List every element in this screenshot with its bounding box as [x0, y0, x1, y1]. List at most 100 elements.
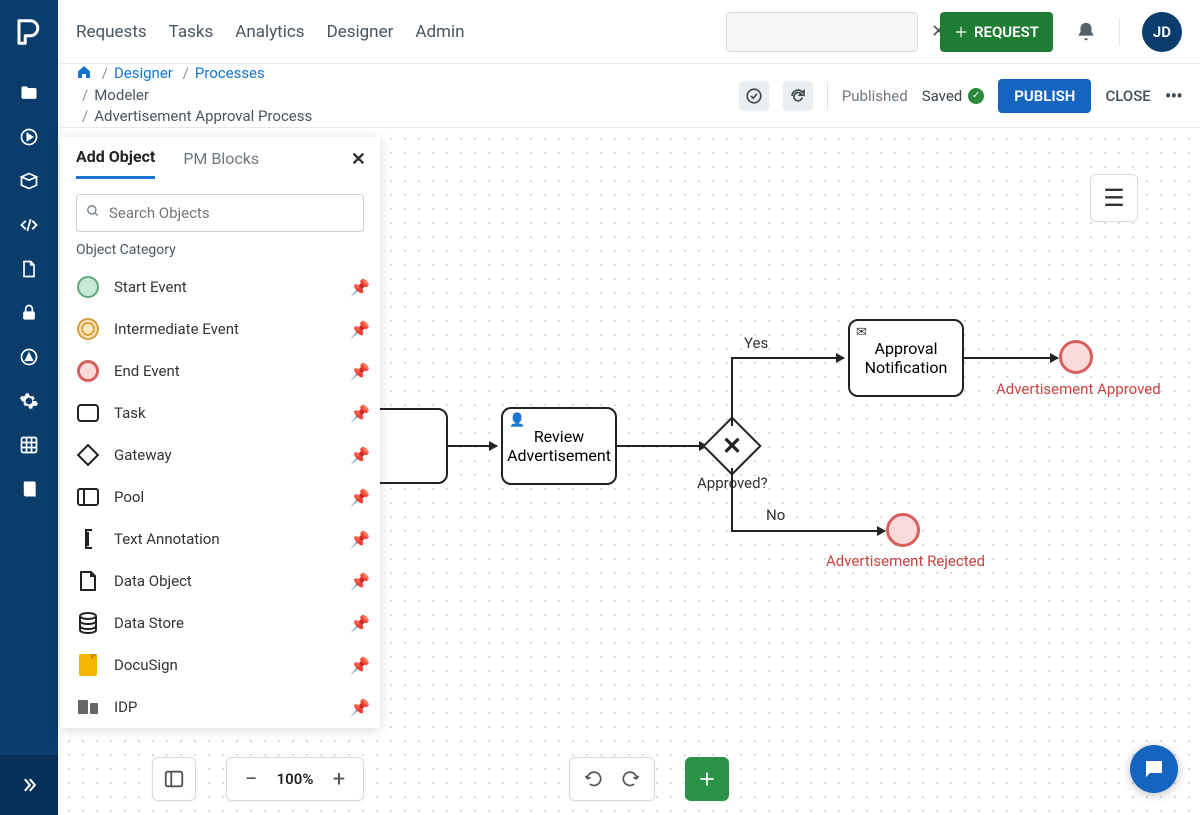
object-end-event[interactable]: End Event 📌 — [76, 350, 370, 392]
expand-rail-button[interactable] — [0, 755, 58, 815]
nav-designer[interactable]: Designer — [327, 22, 394, 42]
object-gateway[interactable]: Gateway 📌 — [76, 434, 370, 476]
breadcrumb: /Designer /Processes /Modeler /Advertise… — [76, 63, 312, 128]
object-text-annotation[interactable]: Text Annotation 📌 — [76, 518, 370, 560]
breadcrumb-processes[interactable]: Processes — [195, 64, 265, 82]
sub-actions: Published Saved ✓ PUBLISH CLOSE ••• — [739, 79, 1182, 113]
app-logo[interactable] — [0, 0, 58, 64]
task-review-advertisement[interactable]: 👤 Review Advertisement — [501, 407, 617, 485]
object-pool[interactable]: Pool 📌 — [76, 476, 370, 518]
object-intermediate-event[interactable]: Intermediate Event 📌 — [76, 308, 370, 350]
global-search[interactable]: ✕ — [726, 12, 918, 52]
flow-line[interactable] — [731, 468, 733, 530]
top-nav: Requests Tasks Analytics Designer Admin — [76, 22, 464, 42]
flow-line[interactable] — [731, 357, 844, 359]
tab-pm-blocks[interactable]: PM Blocks — [183, 139, 259, 178]
pin-icon[interactable]: 📌 — [350, 698, 370, 717]
box-icon[interactable] — [16, 168, 42, 194]
flow-line[interactable] — [964, 357, 1058, 359]
object-search-input[interactable] — [76, 194, 364, 232]
nav-tasks[interactable]: Tasks — [169, 22, 214, 42]
object-start-event[interactable]: Start Event 📌 — [76, 266, 370, 308]
user-avatar[interactable]: JD — [1142, 12, 1182, 52]
play-icon[interactable] — [16, 124, 42, 150]
top-header: Requests Tasks Analytics Designer Admin … — [58, 0, 1200, 64]
publish-button[interactable]: PUBLISH — [998, 79, 1091, 113]
breadcrumb-home-icon[interactable] — [76, 64, 96, 82]
check-icon: ✓ — [968, 88, 984, 104]
pin-icon[interactable]: 📌 — [350, 572, 370, 591]
pin-icon[interactable]: 📌 — [350, 320, 370, 339]
pin-icon[interactable]: 📌 — [350, 530, 370, 549]
end-event-rejected[interactable] — [886, 513, 920, 547]
task-review-label: Review Advertisement — [507, 427, 611, 465]
panel-close-icon[interactable]: ✕ — [351, 149, 366, 170]
plus-icon — [954, 25, 968, 39]
notifications-icon[interactable] — [1075, 21, 1097, 43]
task-approval-notification[interactable]: ✉ Approval Notification — [848, 319, 964, 397]
saved-status: Saved ✓ — [922, 87, 985, 105]
redo-button[interactable] — [618, 769, 642, 789]
object-data-store[interactable]: Data Store 📌 — [76, 602, 370, 644]
flow-line[interactable] — [447, 445, 497, 447]
minimap-button[interactable] — [152, 757, 196, 801]
nav-admin[interactable]: Admin — [415, 22, 464, 42]
undo-button[interactable] — [582, 769, 606, 789]
folder-icon[interactable] — [16, 80, 42, 106]
tab-add-object[interactable]: Add Object — [76, 137, 155, 179]
file-icon[interactable] — [16, 256, 42, 282]
global-search-input[interactable] — [745, 24, 923, 40]
left-rail — [0, 0, 58, 815]
code-icon[interactable] — [16, 212, 42, 238]
bottom-toolbar: − 100% + — [116, 743, 1200, 815]
lock-icon[interactable] — [16, 300, 42, 326]
end-event-icon — [76, 359, 100, 383]
breadcrumb-designer[interactable]: Designer — [114, 64, 173, 82]
add-element-button[interactable] — [685, 757, 729, 801]
gateway-icon — [76, 443, 100, 467]
end-event-approved[interactable] — [1059, 340, 1093, 374]
chat-fab[interactable] — [1130, 745, 1178, 793]
idp-icon — [76, 695, 100, 719]
target-icon[interactable] — [16, 344, 42, 370]
pin-icon[interactable]: 📌 — [350, 488, 370, 507]
nav-requests[interactable]: Requests — [76, 22, 147, 42]
breadcrumb-current: Advertisement Approval Process — [94, 107, 312, 125]
request-button[interactable]: REQUEST — [940, 12, 1053, 52]
object-task[interactable]: Task 📌 — [76, 392, 370, 434]
user-icon: 👤 — [509, 413, 525, 428]
text-annotation-icon — [76, 527, 100, 551]
grid-icon[interactable] — [16, 432, 42, 458]
pin-icon[interactable]: 📌 — [350, 278, 370, 297]
zoom-level: 100% — [275, 770, 315, 788]
zoom-out-button[interactable]: − — [239, 767, 263, 792]
refresh-button[interactable] — [783, 81, 813, 111]
canvas-menu-button[interactable]: ☰ — [1090, 174, 1138, 222]
gear-icon[interactable] — [16, 388, 42, 414]
flow-line[interactable] — [617, 445, 707, 447]
canvas-task-partial[interactable] — [378, 408, 448, 484]
more-menu-icon[interactable]: ••• — [1165, 84, 1182, 108]
history-controls — [569, 757, 655, 801]
book-icon[interactable] — [16, 476, 42, 502]
pin-icon[interactable]: 📌 — [350, 362, 370, 381]
flow-line[interactable] — [731, 530, 885, 532]
validate-button[interactable] — [739, 81, 769, 111]
flow-line[interactable] — [731, 357, 733, 426]
object-category-label: Object Category — [60, 242, 380, 262]
object-docusign[interactable]: DocuSign 📌 — [76, 644, 370, 686]
zoom-in-button[interactable]: + — [327, 767, 351, 792]
object-data-object[interactable]: Data Object 📌 — [76, 560, 370, 602]
pin-icon[interactable]: 📌 — [350, 656, 370, 675]
pin-icon[interactable]: 📌 — [350, 404, 370, 423]
gateway-approved[interactable]: ✕ — [711, 425, 753, 467]
search-icon — [86, 204, 100, 218]
nav-analytics[interactable]: Analytics — [235, 22, 304, 42]
start-event-icon — [76, 275, 100, 299]
pin-icon[interactable]: 📌 — [350, 614, 370, 633]
envelope-icon: ✉ — [856, 325, 867, 340]
pin-icon[interactable]: 📌 — [350, 446, 370, 465]
published-label: Published — [842, 87, 908, 105]
object-idp[interactable]: IDP 📌 — [76, 686, 370, 728]
close-button[interactable]: CLOSE — [1105, 87, 1150, 105]
